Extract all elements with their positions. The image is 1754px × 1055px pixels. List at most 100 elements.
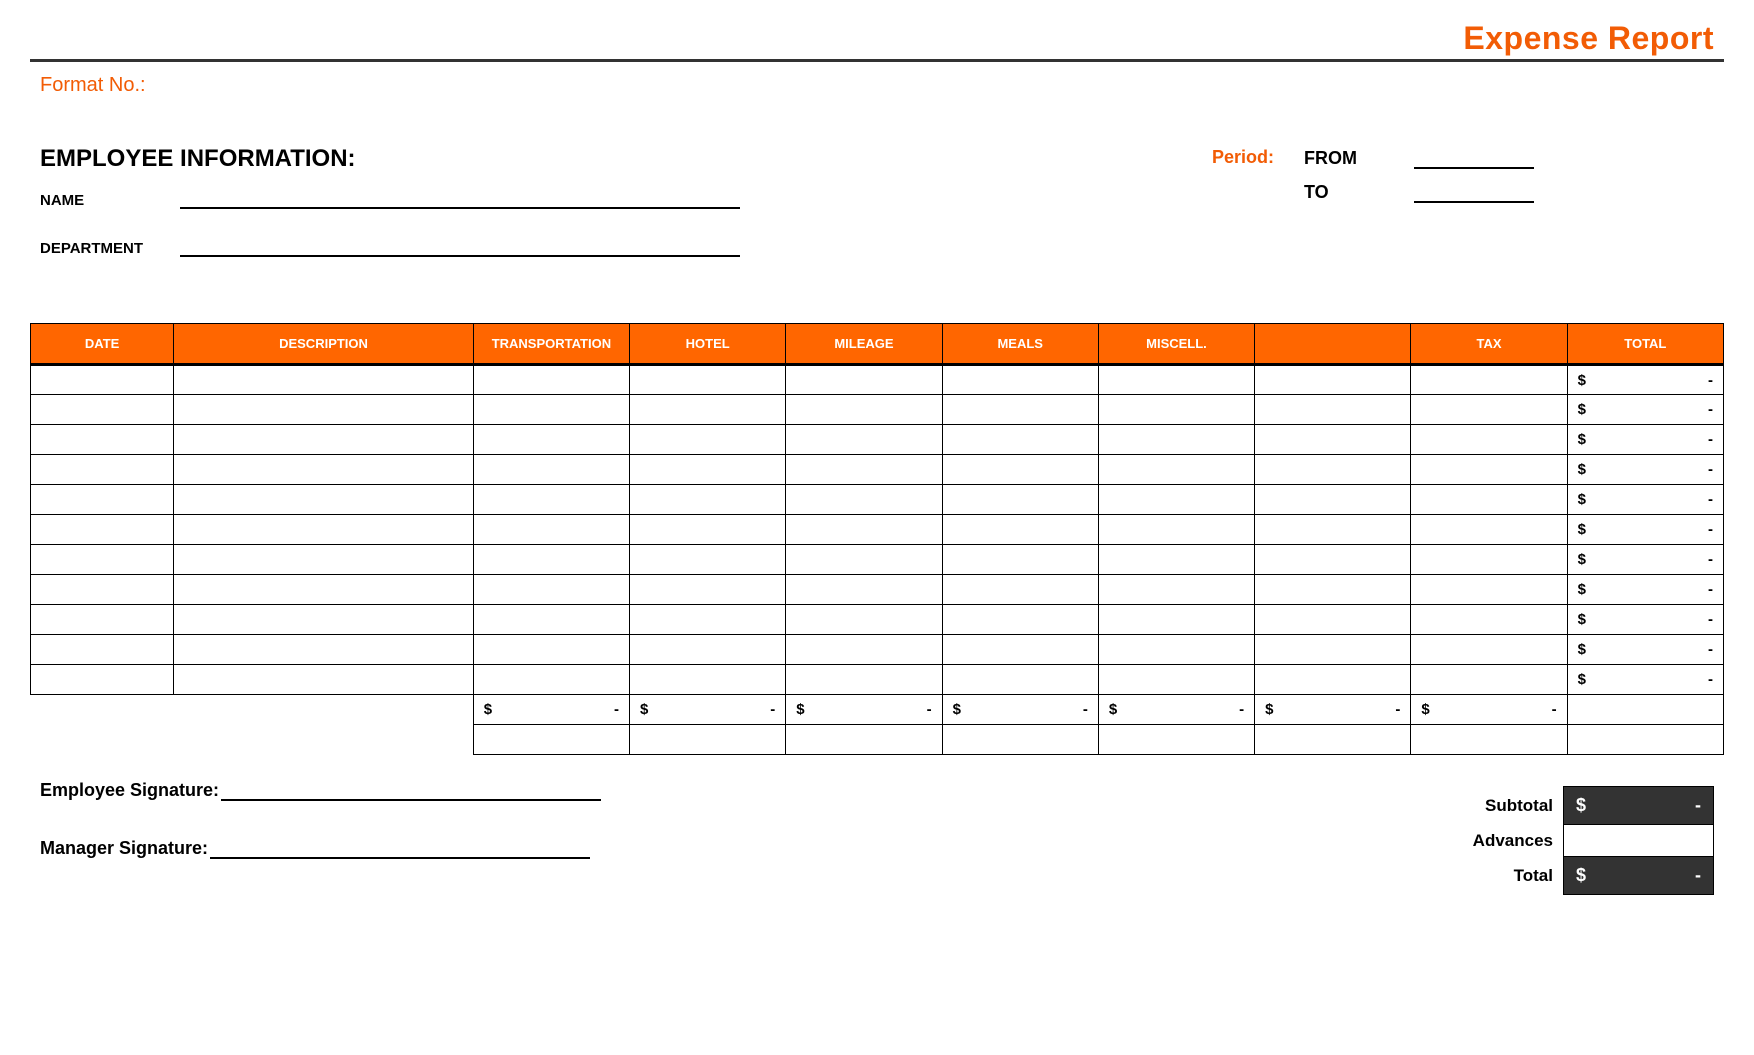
data-cell[interactable] xyxy=(1255,455,1411,485)
data-cell[interactable] xyxy=(31,485,174,515)
data-cell[interactable] xyxy=(1411,455,1567,485)
data-cell[interactable] xyxy=(786,665,942,695)
data-cell[interactable] xyxy=(1255,545,1411,575)
data-cell[interactable] xyxy=(473,425,629,455)
data-cell[interactable] xyxy=(630,575,786,605)
data-cell[interactable] xyxy=(786,635,942,665)
data-cell[interactable] xyxy=(473,545,629,575)
data-cell[interactable] xyxy=(31,395,174,425)
employee-signature-line[interactable] xyxy=(221,779,601,801)
data-cell[interactable] xyxy=(1098,545,1254,575)
data-cell[interactable] xyxy=(174,485,474,515)
data-cell[interactable] xyxy=(630,605,786,635)
data-cell[interactable] xyxy=(942,485,1098,515)
data-cell[interactable] xyxy=(473,575,629,605)
data-cell[interactable] xyxy=(942,575,1098,605)
data-cell[interactable] xyxy=(1255,395,1411,425)
data-cell[interactable] xyxy=(473,395,629,425)
data-cell[interactable] xyxy=(1255,605,1411,635)
data-cell[interactable] xyxy=(1098,365,1254,395)
data-cell[interactable] xyxy=(174,545,474,575)
data-cell[interactable] xyxy=(630,455,786,485)
data-cell[interactable] xyxy=(942,665,1098,695)
data-cell[interactable] xyxy=(1098,575,1254,605)
data-cell[interactable] xyxy=(1411,425,1567,455)
data-cell[interactable] xyxy=(1098,485,1254,515)
data-cell[interactable] xyxy=(31,365,174,395)
data-cell[interactable] xyxy=(1098,395,1254,425)
data-cell[interactable] xyxy=(473,485,629,515)
data-cell[interactable] xyxy=(31,575,174,605)
data-cell[interactable] xyxy=(473,455,629,485)
department-input-line[interactable] xyxy=(180,235,740,257)
data-cell[interactable] xyxy=(174,665,474,695)
data-cell[interactable] xyxy=(786,575,942,605)
data-cell[interactable] xyxy=(31,455,174,485)
data-cell[interactable] xyxy=(1411,575,1567,605)
data-cell[interactable] xyxy=(31,635,174,665)
data-cell[interactable] xyxy=(1411,665,1567,695)
data-cell[interactable] xyxy=(1098,455,1254,485)
data-cell[interactable] xyxy=(473,515,629,545)
data-cell[interactable] xyxy=(942,635,1098,665)
data-cell[interactable] xyxy=(473,605,629,635)
data-cell[interactable] xyxy=(174,605,474,635)
data-cell[interactable] xyxy=(1255,635,1411,665)
data-cell[interactable] xyxy=(630,395,786,425)
data-cell[interactable] xyxy=(1411,515,1567,545)
data-cell[interactable] xyxy=(630,635,786,665)
data-cell[interactable] xyxy=(786,365,942,395)
data-cell[interactable] xyxy=(942,365,1098,395)
manager-signature-line[interactable] xyxy=(210,837,590,859)
name-input-line[interactable] xyxy=(180,187,740,209)
data-cell[interactable] xyxy=(174,455,474,485)
data-cell[interactable] xyxy=(473,635,629,665)
data-cell[interactable] xyxy=(174,365,474,395)
data-cell[interactable] xyxy=(786,485,942,515)
data-cell[interactable] xyxy=(1255,365,1411,395)
data-cell[interactable] xyxy=(1098,605,1254,635)
data-cell[interactable] xyxy=(1411,365,1567,395)
data-cell[interactable] xyxy=(1098,635,1254,665)
data-cell[interactable] xyxy=(942,455,1098,485)
data-cell[interactable] xyxy=(1255,665,1411,695)
data-cell[interactable] xyxy=(630,545,786,575)
data-cell[interactable] xyxy=(31,425,174,455)
data-cell[interactable] xyxy=(786,515,942,545)
data-cell[interactable] xyxy=(786,545,942,575)
data-cell[interactable] xyxy=(942,605,1098,635)
data-cell[interactable] xyxy=(630,425,786,455)
data-cell[interactable] xyxy=(1411,605,1567,635)
data-cell[interactable] xyxy=(1255,575,1411,605)
data-cell[interactable] xyxy=(473,365,629,395)
data-cell[interactable] xyxy=(942,545,1098,575)
data-cell[interactable] xyxy=(174,425,474,455)
data-cell[interactable] xyxy=(942,425,1098,455)
period-from-input-line[interactable] xyxy=(1414,147,1534,169)
data-cell[interactable] xyxy=(1411,395,1567,425)
advances-value[interactable] xyxy=(1564,825,1714,857)
data-cell[interactable] xyxy=(174,395,474,425)
data-cell[interactable] xyxy=(1098,515,1254,545)
data-cell[interactable] xyxy=(174,515,474,545)
data-cell[interactable] xyxy=(630,485,786,515)
data-cell[interactable] xyxy=(31,665,174,695)
data-cell[interactable] xyxy=(786,455,942,485)
data-cell[interactable] xyxy=(630,365,786,395)
data-cell[interactable] xyxy=(942,395,1098,425)
data-cell[interactable] xyxy=(31,605,174,635)
data-cell[interactable] xyxy=(1255,425,1411,455)
data-cell[interactable] xyxy=(473,665,629,695)
data-cell[interactable] xyxy=(786,605,942,635)
data-cell[interactable] xyxy=(1411,485,1567,515)
data-cell[interactable] xyxy=(942,515,1098,545)
data-cell[interactable] xyxy=(786,425,942,455)
data-cell[interactable] xyxy=(31,515,174,545)
data-cell[interactable] xyxy=(1411,545,1567,575)
data-cell[interactable] xyxy=(31,545,174,575)
data-cell[interactable] xyxy=(174,575,474,605)
data-cell[interactable] xyxy=(1255,485,1411,515)
data-cell[interactable] xyxy=(1255,515,1411,545)
data-cell[interactable] xyxy=(630,515,786,545)
period-to-input-line[interactable] xyxy=(1414,181,1534,203)
